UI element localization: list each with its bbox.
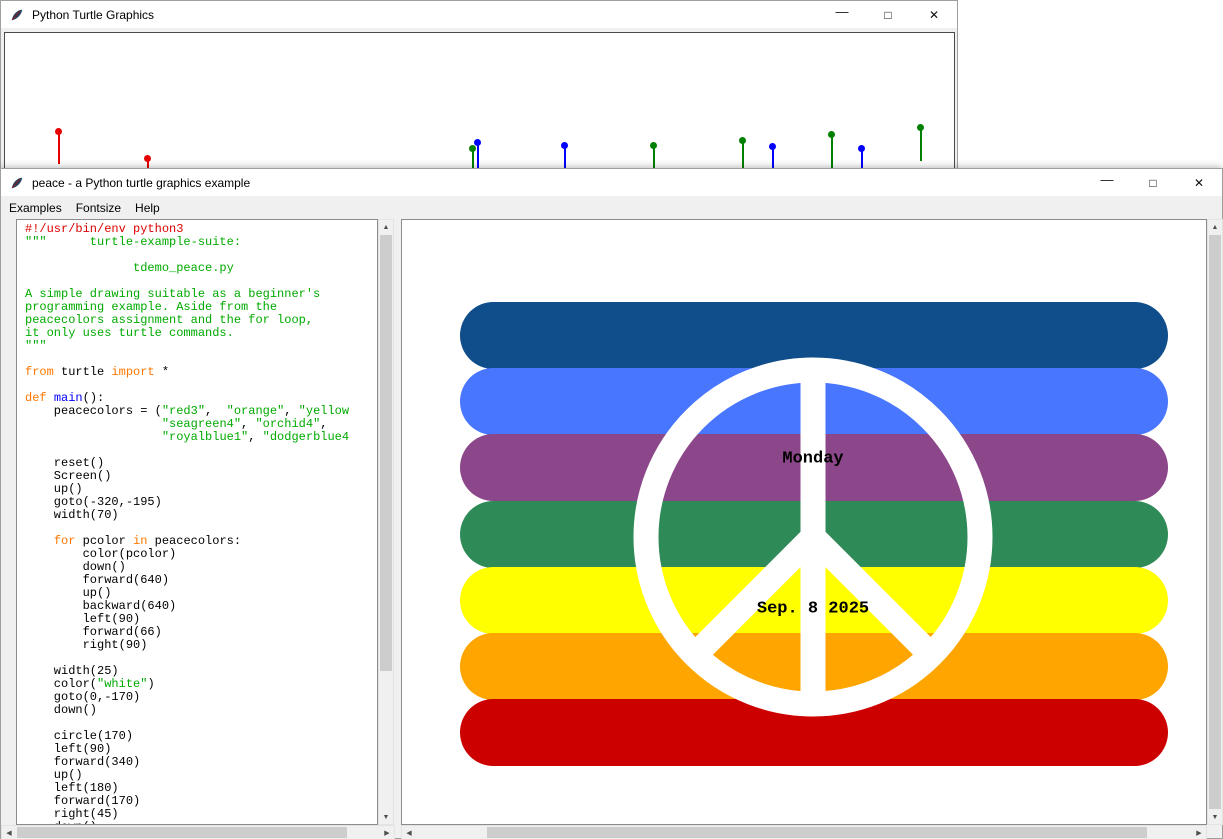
scroll-up-icon[interactable]: ▲ [1208,220,1222,234]
stick-figure-dot [469,145,476,152]
stick-figure-dot [561,142,568,149]
stick-figure-dot [828,131,835,138]
canvas-vertical-scrollbar[interactable]: ▲ ▼ [1207,219,1223,825]
stick-figure-line [58,133,60,164]
menu-examples[interactable]: Examples [2,198,69,218]
scroll-right-icon[interactable]: ▶ [1192,826,1206,839]
stick-figure-dot [55,128,62,135]
app-feather-icon [10,176,24,190]
source-code-pane[interactable]: #!/usr/bin/env python3""" turtle-example… [16,219,378,825]
maximize-button[interactable]: □ [1130,169,1176,196]
scroll-up-icon[interactable]: ▲ [379,220,393,234]
stick-figure-dot [650,142,657,149]
scroll-left-icon[interactable]: ◀ [2,826,16,839]
menubar: Examples Fontsize Help [2,197,1221,219]
stick-figure-dot [474,139,481,146]
code-line: down() [25,704,377,717]
stick-figure-line [920,129,922,161]
stick-figure-dot [769,143,776,150]
app-feather-icon [10,8,24,22]
scrollbar-thumb[interactable] [1209,235,1221,809]
scrollbar-thumb[interactable] [380,235,392,671]
peace-titlebar[interactable]: peace - a Python turtle graphics example… [1,169,1222,197]
canvas-horizontal-scrollbar[interactable]: ◀ ▶ [401,825,1207,839]
peace-demo-window: peace - a Python turtle graphics example… [0,168,1223,839]
code-line: width(70) [25,509,377,522]
stick-figure-dot [858,145,865,152]
scrollbar-thumb[interactable] [487,827,1147,838]
stick-figure-dot [917,124,924,131]
stick-figure-dot [144,155,151,162]
menu-help[interactable]: Help [128,198,167,218]
close-button[interactable]: ✕ [1176,169,1222,196]
code-line: it only uses turtle commands. [25,327,377,340]
maximize-button[interactable]: □ [865,1,911,28]
window-controls: — □ ✕ [1084,169,1222,196]
code-line: "royalblue1", "dodgerblue4 [25,431,377,444]
code-line: right(90) [25,639,377,652]
canvas-label: Sep. 8 2025 [757,600,869,619]
background-window: Python Turtle Graphics — □ ✕ [0,0,958,180]
scroll-down-icon[interactable]: ▼ [379,810,393,824]
minimize-button[interactable]: — [819,1,865,28]
window-controls: — □ ✕ [819,1,957,28]
scroll-down-icon[interactable]: ▼ [1208,810,1222,824]
code-line: from turtle import * [25,366,377,379]
menu-fontsize[interactable]: Fontsize [69,198,128,218]
window-title: peace - a Python turtle graphics example [32,176,250,190]
code-line: """ turtle-example-suite: [25,236,377,249]
code-line: """ [25,340,377,353]
code-horizontal-scrollbar[interactable]: ◀ ▶ [1,825,395,839]
code-line: tdemo_peace.py [25,262,377,275]
stick-figure-line [477,144,479,171]
stick-figure-dot [739,137,746,144]
labels-layer: Monday Sep. 8 2025 [402,220,1206,824]
minimize-button[interactable]: — [1084,169,1130,196]
close-button[interactable]: ✕ [911,1,957,28]
code-vertical-scrollbar[interactable]: ▲ ▼ [378,219,394,825]
scroll-left-icon[interactable]: ◀ [402,826,416,839]
window-title: Python Turtle Graphics [32,8,154,22]
scrollbar-thumb[interactable] [17,827,347,838]
turtle-canvas: Monday Sep. 8 2025 [401,219,1207,825]
background-titlebar[interactable]: Python Turtle Graphics — □ ✕ [1,1,957,29]
code-lines: #!/usr/bin/env python3""" turtle-example… [25,223,377,825]
scroll-right-icon[interactable]: ▶ [380,826,394,839]
canvas-label: Monday [782,450,843,469]
